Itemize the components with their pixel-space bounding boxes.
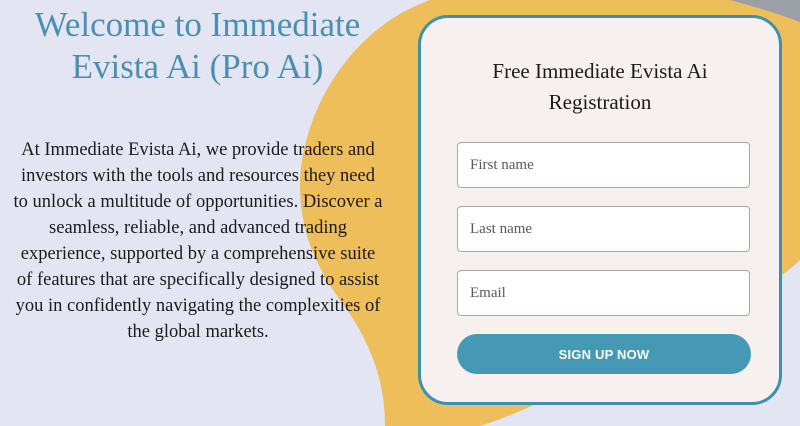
hero-title-line-2: Evista Ai (Pro Ai): [71, 47, 324, 86]
registration-title-line-1: Free Immediate Evista Ai: [492, 59, 708, 83]
sign-up-button[interactable]: SIGN UP NOW: [457, 334, 751, 374]
hero-title-line-1: Welcome to Immediate: [34, 5, 361, 44]
hero-description: At Immediate Evista Ai, we provide trade…: [13, 140, 383, 342]
email-field[interactable]: [457, 270, 750, 316]
first-name-field[interactable]: [457, 142, 750, 188]
registration-card: Free Immediate Evista Ai Registration SI…: [418, 15, 782, 405]
registration-title: Free Immediate Evista Ai Registration: [421, 56, 779, 118]
registration-title-line-2: Registration: [548, 90, 652, 114]
last-name-field[interactable]: [457, 206, 750, 252]
hero-title: Welcome to Immediate Evista Ai (Pro Ai): [0, 4, 395, 88]
